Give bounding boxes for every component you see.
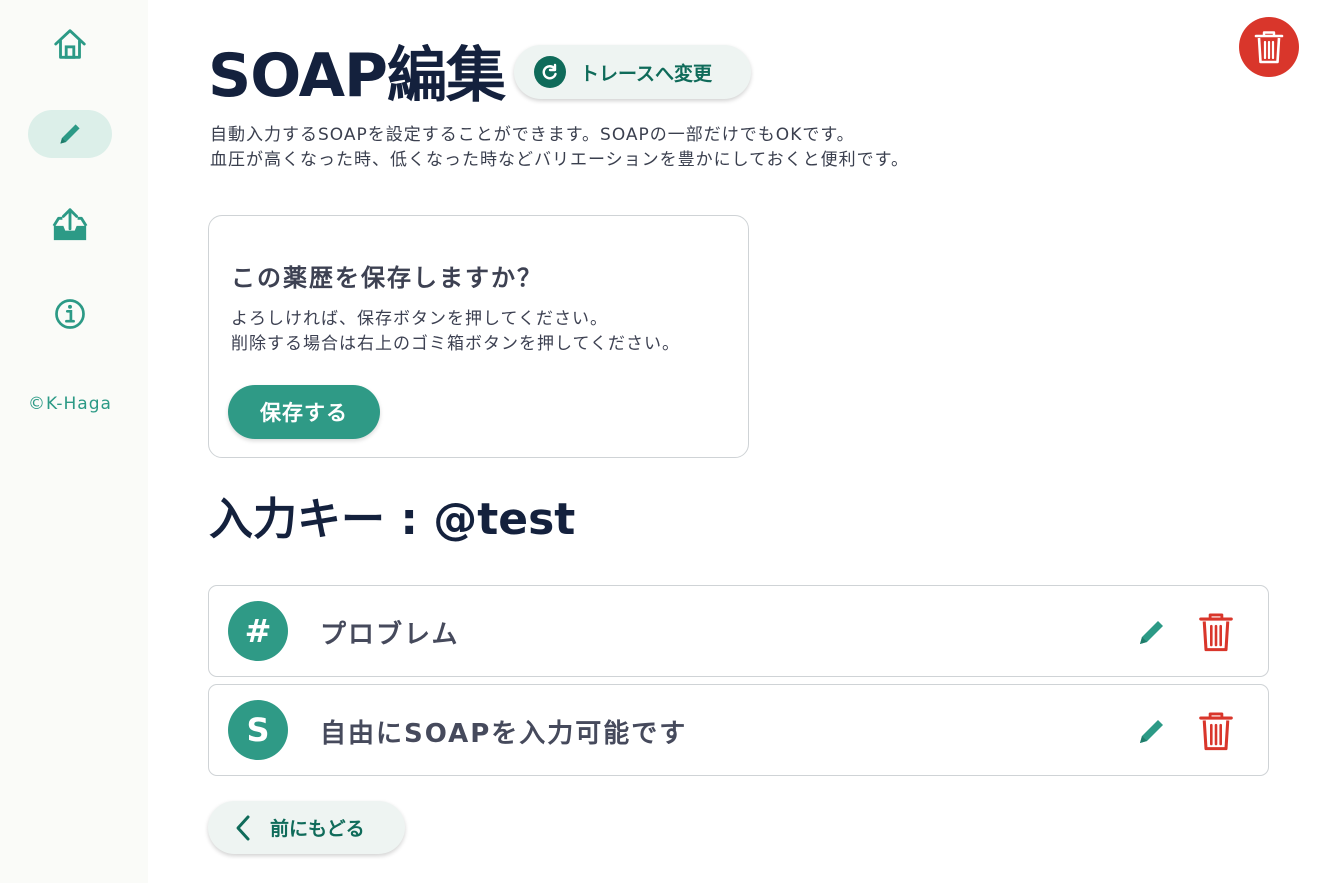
sidebar-item-edit[interactable] [28, 110, 112, 158]
sidebar-item-info[interactable] [28, 290, 112, 338]
delete-entry-button[interactable] [1197, 612, 1235, 652]
entry-text: 自由にSOAPを入力可能です [320, 719, 688, 749]
sidebar: ©K-Haga [0, 0, 148, 883]
page-title: SOAP編集 [208, 41, 506, 111]
home-icon [54, 29, 86, 59]
card-title: この薬歴を保存しますか？ [231, 264, 543, 292]
back-button[interactable]: 前にもどる [208, 801, 405, 854]
delete-record-button[interactable] [1239, 17, 1299, 77]
sidebar-item-upload[interactable] [28, 200, 112, 248]
card-message-line: 削除する場合は右上のゴミ箱ボタンを押してください。 [231, 334, 680, 354]
entry-text: プロブレム [320, 620, 460, 650]
entry-badge: S [228, 700, 288, 760]
switch-to-trace-button[interactable]: トレースへ変更 [514, 45, 751, 99]
save-confirm-card: この薬歴を保存しますか？ よろしければ、保存ボタンを押してください。 削除する場… [208, 215, 749, 458]
upload-tray-icon [52, 208, 88, 241]
entry-badge: # [228, 601, 288, 661]
redo-arrow-icon [534, 56, 566, 88]
input-key-heading: 入力キー : @test [209, 494, 576, 545]
description-line: 血圧が高くなった時、低くなった時などバリエーションを豊かにしておくと便利です。 [210, 150, 909, 170]
save-button[interactable]: 保存する [228, 385, 380, 439]
page-description: 自動入力するSOAPを設定することができます。SOAPの一部だけでもOKです。 … [210, 123, 909, 173]
description-line: 自動入力するSOAPを設定することができます。SOAPの一部だけでもOKです。 [210, 125, 855, 145]
delete-entry-button[interactable] [1197, 711, 1235, 751]
copyright: ©K-Haga [28, 394, 112, 414]
trash-icon [1254, 31, 1284, 64]
edit-entry-button[interactable] [1134, 614, 1170, 650]
soap-entry-row: S 自由にSOAPを入力可能です [208, 684, 1269, 776]
back-button-label: 前にもどる [270, 818, 365, 840]
info-icon [55, 299, 85, 329]
soap-entry-row: # プロブレム [208, 585, 1269, 677]
sidebar-item-home[interactable] [28, 20, 112, 68]
chevron-left-icon [236, 815, 250, 840]
card-message: よろしければ、保存ボタンを押してください。 削除する場合は右上のゴミ箱ボタンを押… [231, 307, 680, 357]
switch-to-trace-label: トレースへ変更 [580, 62, 713, 85]
edit-entry-button[interactable] [1134, 713, 1170, 749]
pencil-icon [60, 124, 80, 144]
card-message-line: よろしければ、保存ボタンを押してください。 [231, 309, 608, 329]
